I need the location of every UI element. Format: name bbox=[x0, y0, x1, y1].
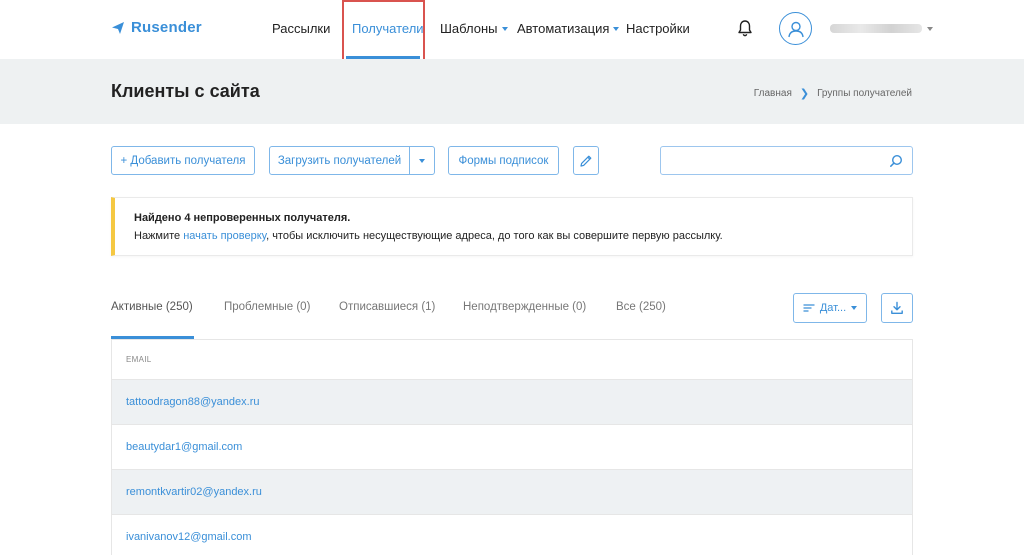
chevron-down-icon bbox=[851, 306, 858, 310]
nav-label: Шаблоны bbox=[440, 21, 498, 36]
chevron-down-icon bbox=[419, 158, 425, 163]
nav-item-templates[interactable]: Шаблоны bbox=[440, 21, 508, 36]
table-row[interactable]: remontkvartir02@yandex.ru bbox=[111, 470, 913, 515]
tab-unconfirmed[interactable]: Неподтвержденные (0) bbox=[463, 301, 586, 313]
download-icon bbox=[891, 301, 903, 314]
sort-icon bbox=[803, 304, 815, 312]
table-row[interactable]: tattoodragon88@yandex.ru bbox=[111, 380, 913, 425]
edit-group-button[interactable] bbox=[573, 146, 599, 175]
top-navbar: Rusender Рассылки Получатели Шаблоны Авт… bbox=[0, 0, 1024, 63]
page-header: Клиенты с сайта Главная ❯ Группы получат… bbox=[0, 59, 1024, 124]
search-input[interactable] bbox=[660, 146, 913, 175]
alert-text: Нажмите начать проверку, чтобы исключить… bbox=[134, 230, 723, 242]
page-title: Клиенты с сайта bbox=[111, 81, 260, 101]
alert-title: Найдено 4 непроверенных получателя. bbox=[134, 212, 351, 224]
chevron-down-icon bbox=[501, 27, 508, 31]
upload-dropdown-toggle[interactable] bbox=[410, 147, 434, 174]
chevron-down-icon bbox=[613, 27, 620, 31]
table-row[interactable]: ivanivanov12@gmail.com bbox=[111, 515, 913, 555]
sort-dropdown-button[interactable]: Дат... bbox=[793, 293, 867, 323]
table-row[interactable]: beautydar1@gmail.com bbox=[111, 425, 913, 470]
tab-active[interactable]: Активные (250) bbox=[111, 301, 193, 313]
avatar[interactable] bbox=[779, 12, 812, 45]
chevron-down-icon[interactable] bbox=[927, 27, 933, 31]
logo[interactable]: Rusender bbox=[111, 19, 202, 36]
tab-problem[interactable]: Проблемные (0) bbox=[224, 301, 310, 313]
nav-label: Настройки bbox=[626, 21, 690, 36]
pencil-icon bbox=[580, 155, 592, 167]
download-button[interactable] bbox=[881, 293, 913, 323]
chevron-right-icon: ❯ bbox=[799, 88, 810, 100]
unverified-recipients-alert: Найдено 4 непроверенных получателя. Нажм… bbox=[111, 197, 913, 256]
paper-plane-icon bbox=[112, 21, 124, 34]
tab-all[interactable]: Все (250) bbox=[616, 301, 666, 313]
nav-item-settings[interactable]: Настройки bbox=[626, 21, 690, 36]
user-avatar-icon bbox=[787, 21, 804, 37]
nav-item-mailings[interactable]: Рассылки bbox=[272, 21, 330, 36]
highlight-annotation-box bbox=[342, 0, 425, 63]
search-icon[interactable] bbox=[889, 154, 903, 168]
tab-unsubscribed[interactable]: Отписавшиеся (1) bbox=[339, 301, 435, 313]
add-recipient-button[interactable]: + Добавить получателя bbox=[111, 146, 255, 175]
breadcrumb: Главная ❯ Группы получателей bbox=[754, 87, 912, 100]
breadcrumb-home[interactable]: Главная bbox=[754, 88, 792, 99]
subscription-forms-button[interactable]: Формы подписок bbox=[448, 146, 559, 175]
upload-recipients-split-button: Загрузить получателей bbox=[269, 146, 435, 175]
nav-label: Рассылки bbox=[272, 21, 331, 36]
nav-item-automation[interactable]: Автоматизация bbox=[517, 21, 620, 36]
bell-icon[interactable] bbox=[737, 19, 753, 37]
alert-text-after: , чтобы исключить несуществующие адреса,… bbox=[266, 230, 723, 242]
breadcrumb-groups[interactable]: Группы получателей bbox=[817, 88, 912, 99]
username-blurred[interactable] bbox=[830, 24, 922, 33]
logo-text: Rusender bbox=[131, 19, 202, 36]
upload-recipients-button[interactable]: Загрузить получателей bbox=[270, 147, 410, 174]
recipients-table: EMAIL tattoodragon88@yandex.ru beautydar… bbox=[111, 340, 913, 555]
alert-text-before: Нажмите bbox=[134, 230, 184, 242]
column-header-email[interactable]: EMAIL bbox=[111, 340, 913, 380]
start-verification-link[interactable]: начать проверку bbox=[183, 230, 266, 242]
nav-label: Автоматизация bbox=[517, 21, 610, 36]
sort-label: Дат... bbox=[819, 302, 847, 314]
